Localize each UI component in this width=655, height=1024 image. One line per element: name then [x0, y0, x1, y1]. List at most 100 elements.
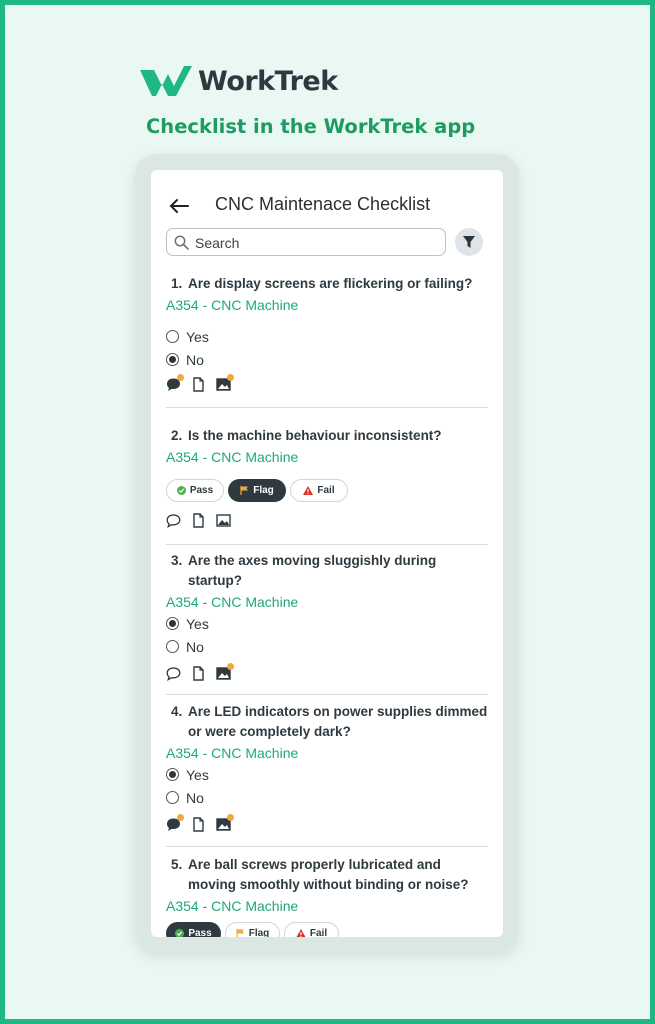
flag-icon	[240, 486, 249, 495]
filter-icon	[463, 236, 475, 248]
comment-icon[interactable]	[166, 813, 184, 832]
question-tools	[166, 662, 488, 682]
radio-no[interactable]	[166, 640, 179, 653]
warning-icon	[296, 929, 306, 937]
notification-dot	[177, 813, 184, 821]
asset-label: A354 - CNC Machine	[166, 898, 299, 914]
image-icon[interactable]	[216, 513, 231, 528]
pill-label: Pass	[188, 928, 212, 937]
question-item: 5. Are ball screws properly lubricated a…	[166, 855, 488, 937]
phone-frame: CNC Maintenace Checklist 1. Are display …	[135, 154, 519, 953]
search-box	[166, 228, 446, 256]
radio-yes[interactable]	[166, 768, 179, 781]
radio-no[interactable]	[166, 791, 179, 804]
asset-label: A354 - CNC Machine	[166, 297, 299, 313]
question-number: 2.	[171, 428, 183, 443]
comment-icon[interactable]	[166, 513, 181, 528]
fail-button[interactable]: Fail	[290, 479, 348, 502]
divider	[166, 407, 488, 408]
question-text: Is the machine behaviour inconsistent?	[188, 428, 442, 443]
question-title: 2. Is the machine behaviour inconsistent…	[166, 426, 488, 446]
result-pills: Pass Flag Fail	[166, 922, 488, 937]
image-icon[interactable]	[216, 662, 234, 681]
question-item: 2. Is the machine behaviour inconsistent…	[166, 426, 488, 529]
result-pills: Pass Flag Fail	[166, 479, 488, 503]
question-title: 4. Are LED indicators on power supplies …	[166, 702, 488, 742]
question-tools	[166, 511, 488, 529]
brand-logo: WorkTrek	[140, 63, 338, 99]
divider	[166, 846, 488, 847]
question-text: Are the axes moving sluggishly during st…	[188, 553, 437, 588]
question-item: 4. Are LED indicators on power supplies …	[166, 702, 488, 833]
question-item: 1. Are display screens are flickering or…	[166, 274, 488, 393]
back-arrow-icon[interactable]	[168, 195, 190, 217]
pill-label: Pass	[189, 485, 214, 496]
comment-icon[interactable]	[166, 373, 184, 392]
question-tools	[166, 813, 488, 833]
document-icon[interactable]	[191, 376, 206, 392]
question-number: 3.	[171, 553, 183, 568]
radio-no[interactable]	[166, 353, 179, 366]
radio-yes[interactable]	[166, 330, 179, 343]
image-icon[interactable]	[216, 813, 234, 832]
divider	[166, 694, 488, 695]
question-title: 1. Are display screens are flickering or…	[166, 274, 488, 294]
search-input[interactable]	[195, 233, 435, 253]
option-label: Yes	[186, 615, 209, 632]
option-yes[interactable]: Yes	[166, 612, 488, 635]
document-icon[interactable]	[191, 512, 206, 528]
fail-button[interactable]: Fail	[284, 922, 339, 937]
option-no[interactable]: No	[166, 786, 488, 809]
pass-button[interactable]: Pass	[166, 922, 221, 937]
notification-dot	[227, 373, 234, 381]
question-text: Are LED indicators on power supplies dim…	[188, 704, 488, 739]
asset-label: A354 - CNC Machine	[166, 745, 299, 761]
search-icon	[174, 235, 189, 250]
image-icon[interactable]	[216, 373, 234, 392]
notification-dot	[227, 813, 234, 821]
page-title: CNC Maintenace Checklist	[215, 194, 431, 214]
question-text: Are ball screws properly lubricated and …	[188, 857, 469, 892]
question-title: 3. Are the axes moving sluggishly during…	[166, 551, 488, 591]
flag-icon	[236, 929, 244, 937]
option-label: No	[186, 789, 204, 806]
asset-label: A354 - CNC Machine	[166, 449, 299, 465]
question-number: 5.	[171, 857, 183, 872]
question-title: 5. Are ball screws properly lubricated a…	[166, 855, 488, 895]
comment-icon[interactable]	[166, 666, 181, 681]
document-icon[interactable]	[191, 816, 206, 832]
option-label: No	[186, 638, 204, 655]
document-icon[interactable]	[191, 665, 206, 681]
flag-button[interactable]: Flag	[225, 922, 280, 937]
divider	[166, 544, 488, 545]
warning-icon	[303, 486, 314, 495]
asset-label: A354 - CNC Machine	[166, 594, 299, 610]
option-label: Yes	[186, 766, 209, 783]
question-number: 4.	[171, 704, 183, 719]
brand-name: WorkTrek	[198, 65, 338, 97]
tagline: Checklist in the WorkTrek app	[146, 115, 476, 138]
pill-label: Flag	[253, 485, 274, 496]
notification-dot	[227, 662, 234, 670]
option-label: Yes	[186, 328, 209, 345]
question-tools	[166, 373, 488, 393]
question-item: 3. Are the axes moving sluggishly during…	[166, 551, 488, 682]
pill-label: Flag	[248, 928, 270, 937]
option-no[interactable]: No	[166, 635, 488, 658]
option-yes[interactable]: Yes	[166, 763, 488, 786]
question-number: 1.	[171, 276, 183, 291]
option-no[interactable]: No	[166, 348, 488, 371]
check-circle-icon	[176, 486, 186, 495]
top-bar: CNC Maintenace Checklist	[151, 192, 503, 222]
pill-label: Fail	[317, 485, 335, 496]
flag-button[interactable]: Flag	[228, 479, 286, 502]
option-label: No	[186, 351, 204, 368]
question-text: Are display screens are flickering or fa…	[188, 276, 473, 291]
filter-button[interactable]	[455, 228, 483, 256]
pass-button[interactable]: Pass	[166, 479, 224, 502]
notification-dot	[177, 373, 184, 381]
check-circle-icon	[175, 929, 185, 937]
radio-yes[interactable]	[166, 617, 179, 630]
option-yes[interactable]: Yes	[166, 325, 488, 348]
worktrek-logo-icon	[140, 66, 192, 96]
